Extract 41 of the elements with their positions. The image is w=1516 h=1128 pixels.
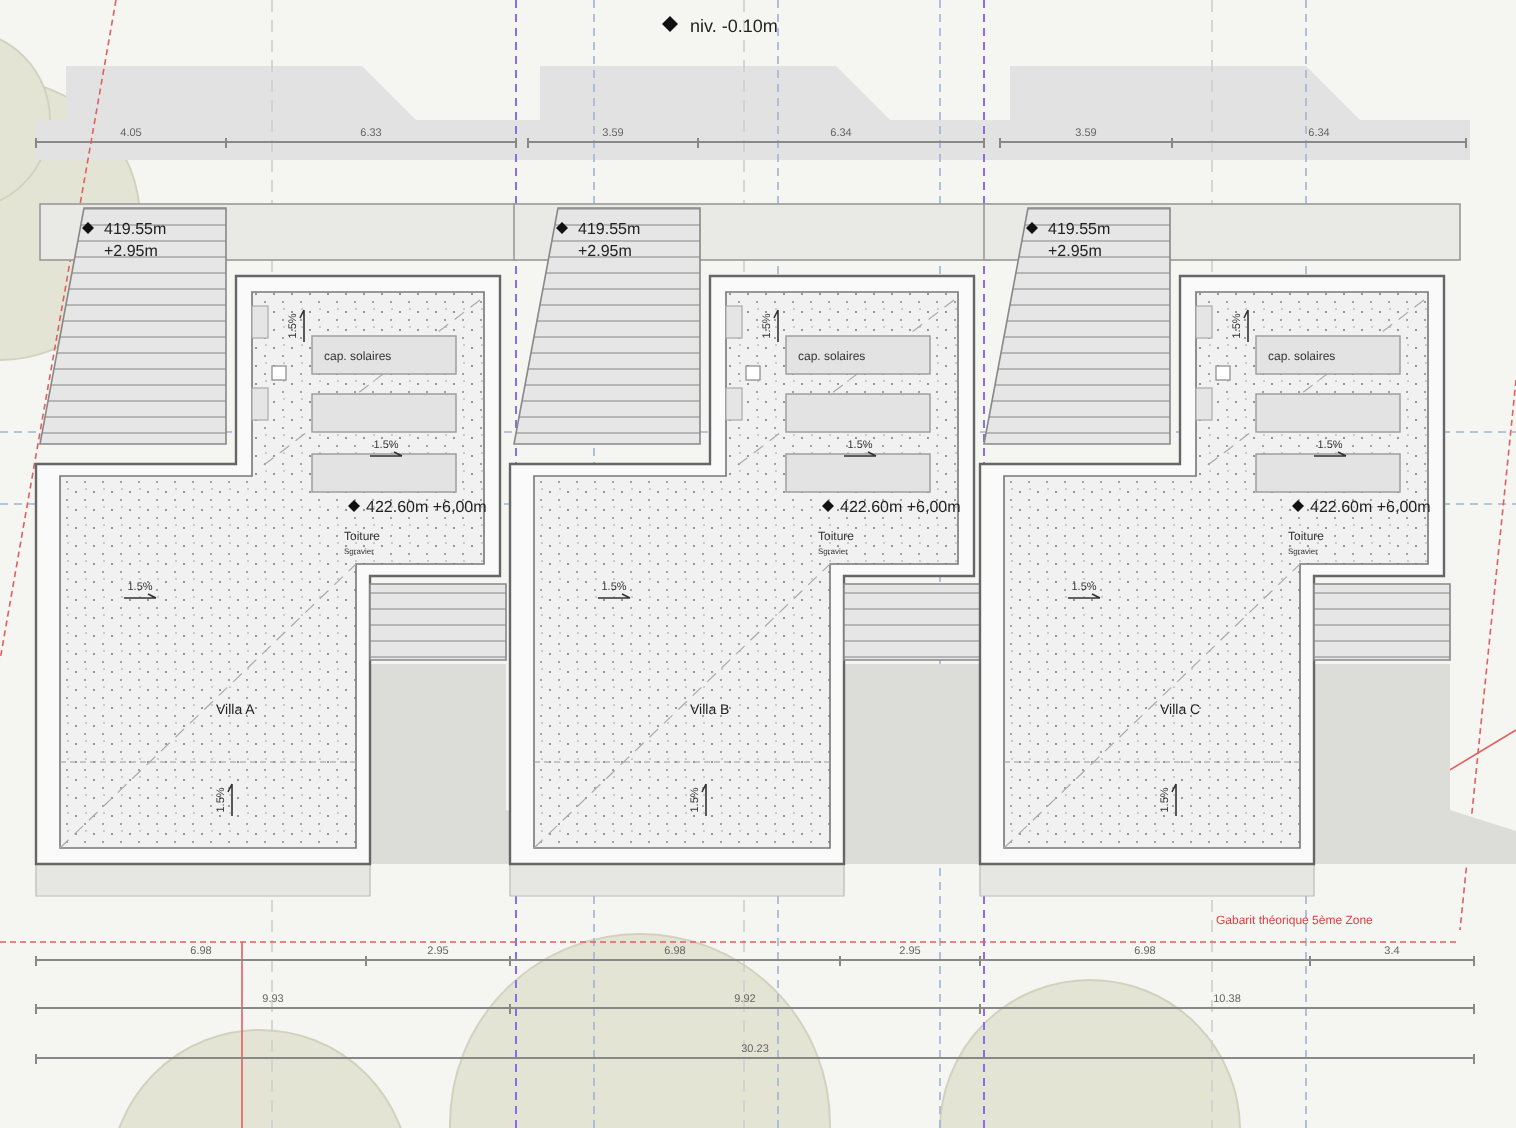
level-marker-icon — [1292, 500, 1304, 512]
slope-arrow-icon — [1171, 783, 1177, 817]
level-label: 422.60m +6,00m — [366, 498, 487, 516]
slope-arrow-icon — [369, 451, 403, 457]
roof-hatch — [1195, 305, 1213, 339]
level-marker-icon — [662, 16, 678, 32]
slope-arrow-icon — [597, 593, 631, 599]
level-label: 419.55m — [578, 220, 641, 238]
staircase — [843, 583, 981, 661]
slope-arrow-icon — [1313, 451, 1347, 457]
slope-arrow-icon — [123, 593, 157, 599]
level-marker-icon — [348, 500, 360, 512]
level-label: 419.55m — [1048, 220, 1111, 238]
level-label: +2.95m — [1048, 242, 1102, 260]
roof-hatch — [251, 387, 269, 421]
slope-arrow-icon — [1067, 593, 1101, 599]
vent — [1215, 365, 1231, 381]
roof-hatch — [251, 305, 269, 339]
slope-arrow-icon — [843, 451, 877, 457]
staircase — [1313, 583, 1451, 661]
level-marker-icon — [82, 222, 94, 234]
level-label: +2.95m — [104, 242, 158, 260]
staircase — [369, 583, 507, 661]
vent — [271, 365, 287, 381]
slope-arrow-icon — [227, 783, 233, 817]
roof-hatch — [725, 387, 743, 421]
level-label: 422.60m +6,00m — [1310, 498, 1431, 516]
level-marker-icon — [1026, 222, 1038, 234]
roof-hatch — [1195, 387, 1213, 421]
slope-arrow-icon — [1243, 309, 1249, 343]
level-label: 422.60m +6,00m — [840, 498, 961, 516]
level-label: niv. -0.10m — [690, 16, 778, 36]
slope-arrow-icon — [701, 783, 707, 817]
level-label: +2.95m — [578, 242, 632, 260]
roof-hatch — [725, 305, 743, 339]
level-label: 419.55m — [104, 220, 167, 238]
vent — [745, 365, 761, 381]
slope-arrow-icon — [773, 309, 779, 343]
slope-arrow-icon — [299, 309, 305, 343]
level-marker-icon — [556, 222, 568, 234]
level-marker-icon — [822, 500, 834, 512]
